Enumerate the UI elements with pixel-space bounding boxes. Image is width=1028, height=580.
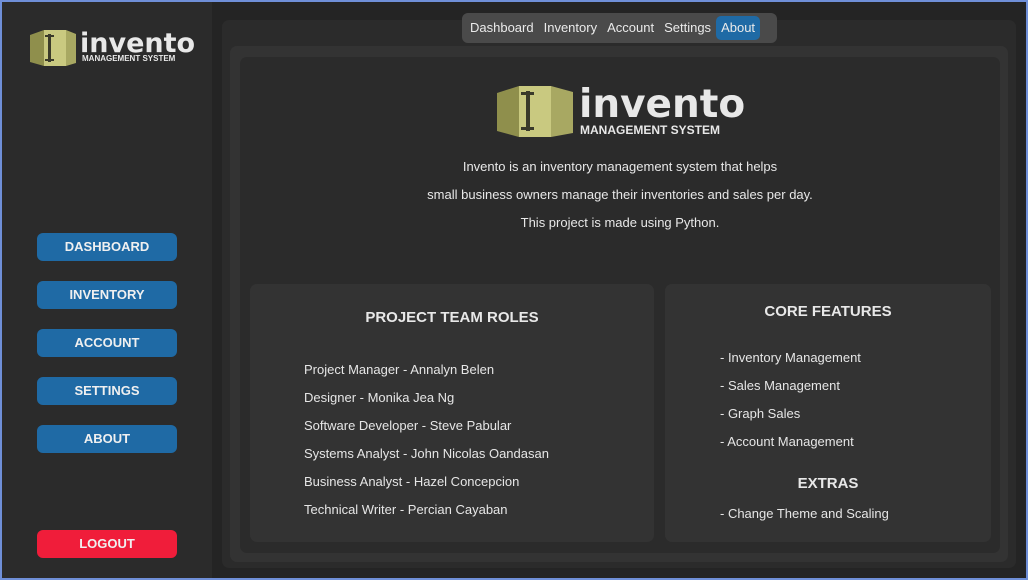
about-tab-panel: invento MANAGEMENT SYSTEM Invento is an … bbox=[230, 46, 1008, 562]
about-description-line: This project is made using Python. bbox=[520, 215, 720, 230]
box-logo-icon bbox=[497, 86, 573, 137]
team-member-item: Software Developer - Steve Pabular bbox=[304, 418, 512, 433]
about-button[interactable]: ABOUT bbox=[37, 425, 177, 453]
about-frame: invento MANAGEMENT SYSTEM Invento is an … bbox=[240, 57, 1000, 553]
team-member-item: Designer - Monika Jea Ng bbox=[304, 390, 455, 405]
sidebar: invento MANAGEMENT SYSTEM DASHBOARD INVE… bbox=[2, 2, 212, 578]
sidebar-logo-tagline: MANAGEMENT SYSTEM bbox=[82, 54, 176, 63]
feature-item: - Sales Management bbox=[720, 378, 840, 393]
tab-account[interactable]: Account bbox=[602, 16, 659, 40]
tab-about[interactable]: About bbox=[716, 16, 761, 40]
team-member-item: Project Manager - Annalyn Belen bbox=[304, 362, 495, 377]
extras-title: EXTRAS bbox=[797, 475, 859, 492]
about-logo: invento MANAGEMENT SYSTEM bbox=[495, 81, 755, 141]
feature-item: - Account Management bbox=[720, 434, 854, 449]
about-description-line: Invento is an inventory management syste… bbox=[462, 159, 778, 174]
tab-dashboard[interactable]: Dashboard bbox=[465, 16, 539, 40]
team-member-item: Technical Writer - Percian Cayaban bbox=[304, 502, 508, 517]
about-logo-tagline: MANAGEMENT SYSTEM bbox=[580, 123, 721, 137]
inventory-button[interactable]: INVENTORY bbox=[37, 281, 177, 309]
team-roles-title: PROJECT TEAM ROLES bbox=[365, 309, 539, 326]
app-window: invento MANAGEMENT SYSTEM DASHBOARD INVE… bbox=[2, 2, 1026, 578]
feature-item: - Inventory Management bbox=[720, 350, 861, 365]
account-button[interactable]: ACCOUNT bbox=[37, 329, 177, 357]
sidebar-logo: invento MANAGEMENT SYSTEM bbox=[28, 26, 198, 70]
team-member-item: Systems Analyst - John Nicolas Oandasan bbox=[304, 446, 549, 461]
dashboard-button[interactable]: DASHBOARD bbox=[37, 233, 177, 261]
tab-settings[interactable]: Settings bbox=[659, 16, 716, 40]
team-member-item: Business Analyst - Hazel Concepcion bbox=[304, 474, 520, 489]
core-features-title: CORE FEATURES bbox=[764, 303, 892, 320]
team-roles-card: PROJECT TEAM ROLES Project Manager - Ann… bbox=[250, 284, 654, 542]
sidebar-logo-wordmark: invento bbox=[80, 28, 196, 59]
core-features-card: CORE FEATURES - Inventory Management - S… bbox=[665, 284, 991, 542]
logout-button[interactable]: LOGOUT bbox=[37, 530, 177, 558]
about-logo-wordmark: invento bbox=[579, 82, 746, 127]
feature-item: - Graph Sales bbox=[720, 406, 801, 421]
main-content: Dashboard Inventory Account Settings Abo… bbox=[222, 13, 1016, 568]
extra-item: - Change Theme and Scaling bbox=[720, 506, 889, 521]
tab-bar: Dashboard Inventory Account Settings Abo… bbox=[462, 13, 777, 43]
about-description-line: small business owners manage their inven… bbox=[427, 187, 813, 202]
tab-inventory[interactable]: Inventory bbox=[539, 16, 602, 40]
box-logo-icon bbox=[30, 30, 76, 66]
settings-button[interactable]: SETTINGS bbox=[37, 377, 177, 405]
